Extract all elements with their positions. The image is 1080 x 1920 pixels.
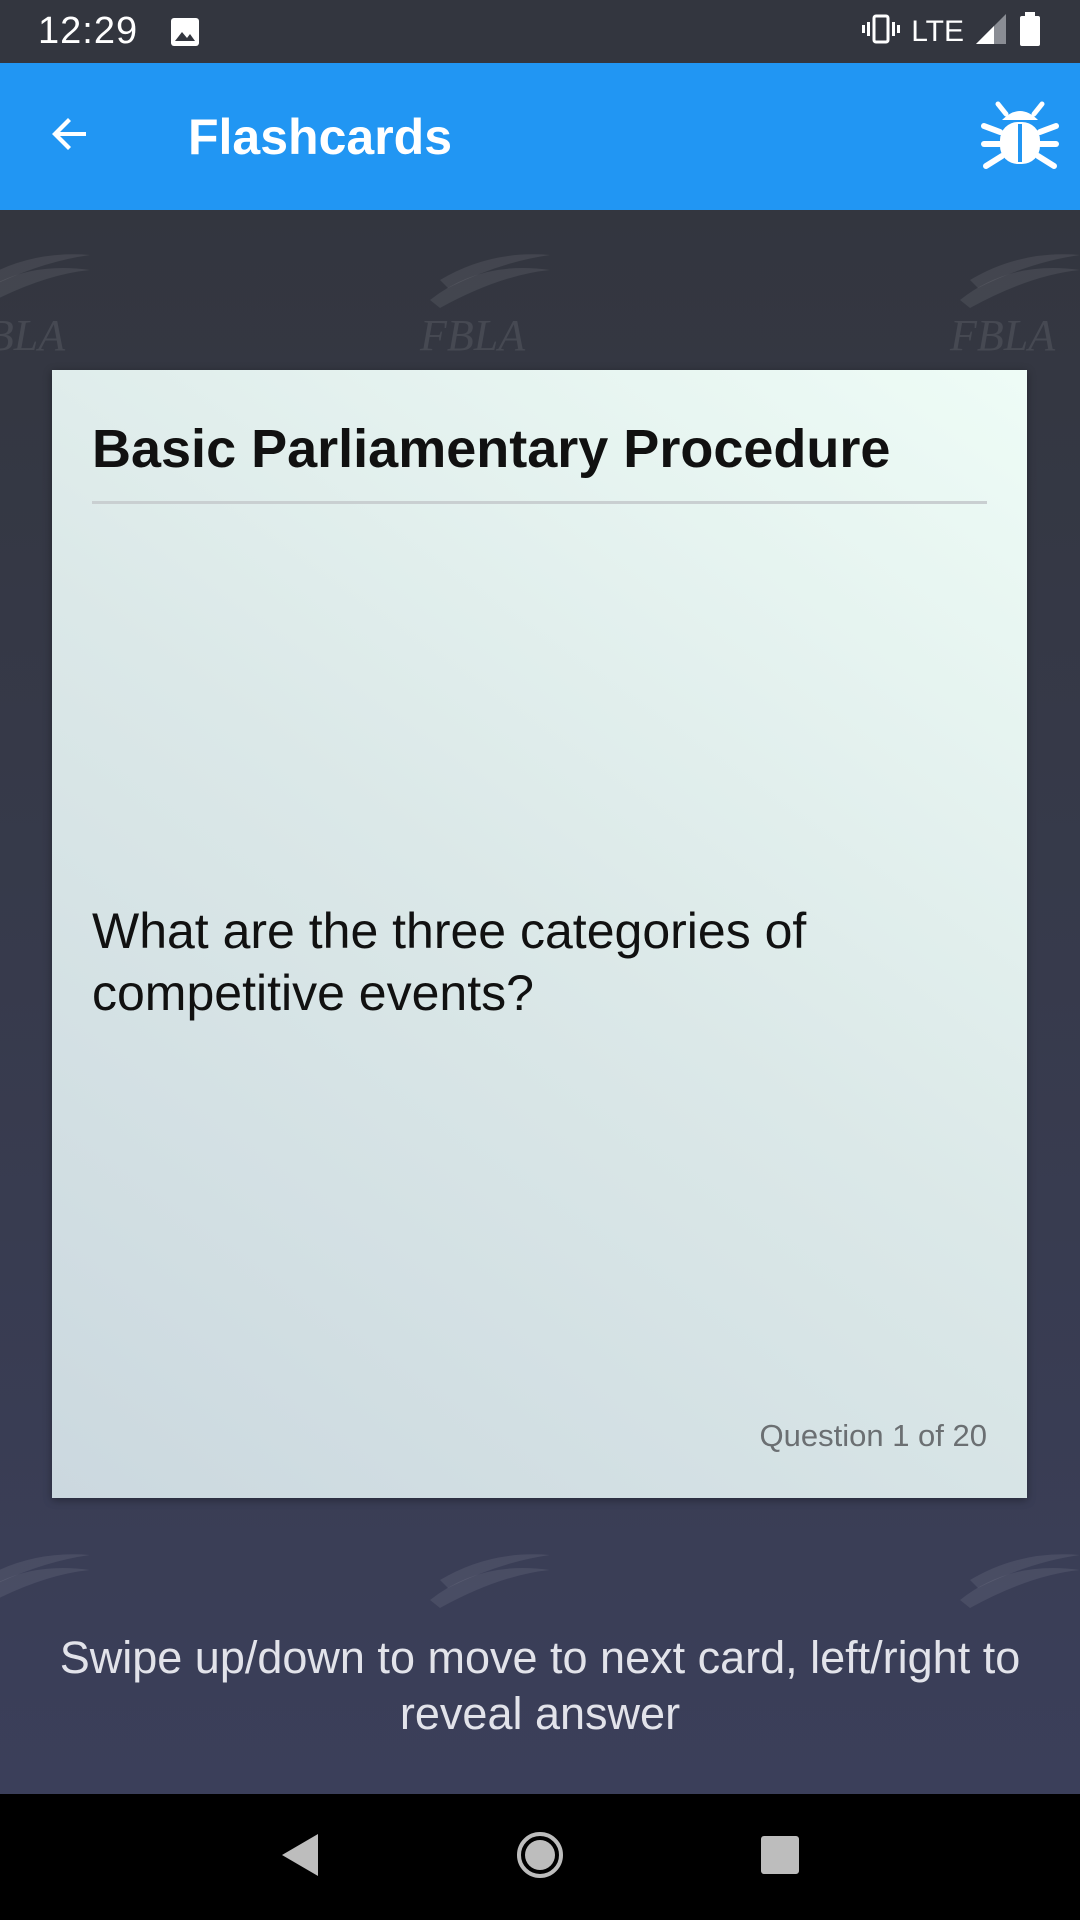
status-right: LTE (861, 11, 1042, 52)
battery-icon (1018, 11, 1042, 52)
back-triangle-icon (278, 1830, 322, 1885)
image-icon (170, 17, 200, 47)
card-divider (92, 501, 987, 504)
back-button[interactable] (0, 63, 140, 210)
fbla-watermark: FBLA (950, 250, 1080, 361)
nav-home-button[interactable] (500, 1817, 580, 1897)
flashcard[interactable]: Basic Parliamentary Procedure What are t… (52, 370, 1027, 1498)
fbla-watermark (950, 1550, 1080, 1610)
recents-square-icon (758, 1833, 802, 1882)
fbla-watermark (0, 1550, 100, 1610)
card-question: What are the three categories of competi… (92, 903, 807, 1021)
fbla-watermark (420, 1550, 560, 1610)
bug-report-button[interactable] (960, 63, 1080, 210)
signal-icon (974, 12, 1008, 51)
bug-icon (978, 92, 1062, 181)
fbla-watermark: FBLA (0, 250, 100, 361)
swipe-hint: Swipe up/down to move to next card, left… (59, 1632, 1021, 1739)
home-circle-icon (515, 1830, 565, 1885)
question-counter: Question 1 of 20 (759, 1418, 988, 1453)
nav-recents-button[interactable] (740, 1817, 820, 1897)
system-nav-bar (0, 1794, 1080, 1920)
fbla-watermark: FBLA (420, 250, 560, 361)
nav-back-button[interactable] (260, 1817, 340, 1897)
status-bar: 12:29 LTE (0, 0, 1080, 63)
status-time: 12:29 (38, 10, 139, 52)
network-label: LTE (911, 14, 964, 48)
card-title: Basic Parliamentary Procedure (92, 419, 891, 479)
vibrate-icon (861, 13, 901, 50)
app-bar: Flashcards (0, 63, 1080, 210)
page-title: Flashcards (188, 108, 453, 165)
arrow-back-icon (46, 110, 94, 163)
